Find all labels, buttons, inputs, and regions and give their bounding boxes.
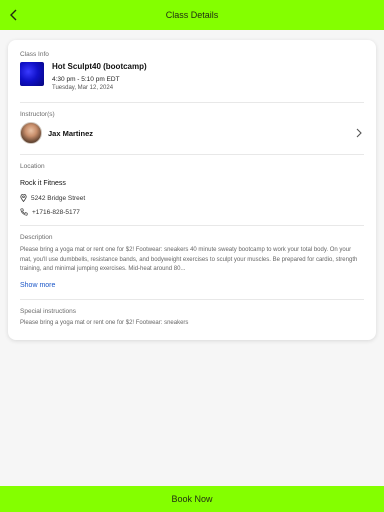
location-name: Rock it Fitness (20, 180, 66, 187)
divider (20, 154, 364, 155)
page-title: Class Details (165, 10, 219, 20)
location-label: Location (20, 163, 45, 170)
class-date: Tuesday, Mar 12, 2024 (52, 85, 114, 91)
class-details-card: Class Info Hot Sculpt40 (bootcamp) 4:30 … (8, 40, 376, 340)
class-thumbnail (20, 62, 44, 86)
chevron-right-icon (356, 128, 362, 138)
class-info-label: Class Info (20, 51, 49, 58)
book-now-button[interactable]: Book Now (0, 486, 384, 512)
avatar (20, 122, 42, 144)
location-address: 5242 Bridge Street (31, 194, 86, 202)
description-label: Description (20, 234, 53, 241)
header-bar: Class Details (0, 0, 384, 30)
divider (20, 225, 364, 226)
phone-icon (20, 208, 28, 216)
map-pin-icon (20, 194, 27, 202)
divider (20, 299, 364, 300)
special-instructions-label: Special instructions (20, 308, 76, 315)
class-time: 4:30 pm - 5:10 pm EDT (52, 76, 120, 83)
instructors-label: Instructor(s) (20, 111, 55, 118)
show-more-link[interactable]: Show more (20, 282, 55, 289)
phone-row[interactable]: +1716-828-5177 (20, 208, 80, 216)
special-instructions-text: Please bring a yoga mat or rent one for … (20, 320, 189, 326)
location-phone: +1716-828-5177 (32, 208, 80, 216)
description-text: Please bring a yoga mat or rent one for … (20, 247, 358, 272)
instructor-row[interactable]: Jax Martinez (20, 122, 364, 144)
back-button[interactable] (4, 5, 24, 25)
address-row[interactable]: 5242 Bridge Street (20, 194, 85, 202)
class-name: Hot Sculpt40 (bootcamp) (52, 62, 147, 71)
divider (20, 102, 364, 103)
instructor-name: Jax Martinez (48, 128, 94, 138)
chevron-left-icon (10, 9, 17, 21)
